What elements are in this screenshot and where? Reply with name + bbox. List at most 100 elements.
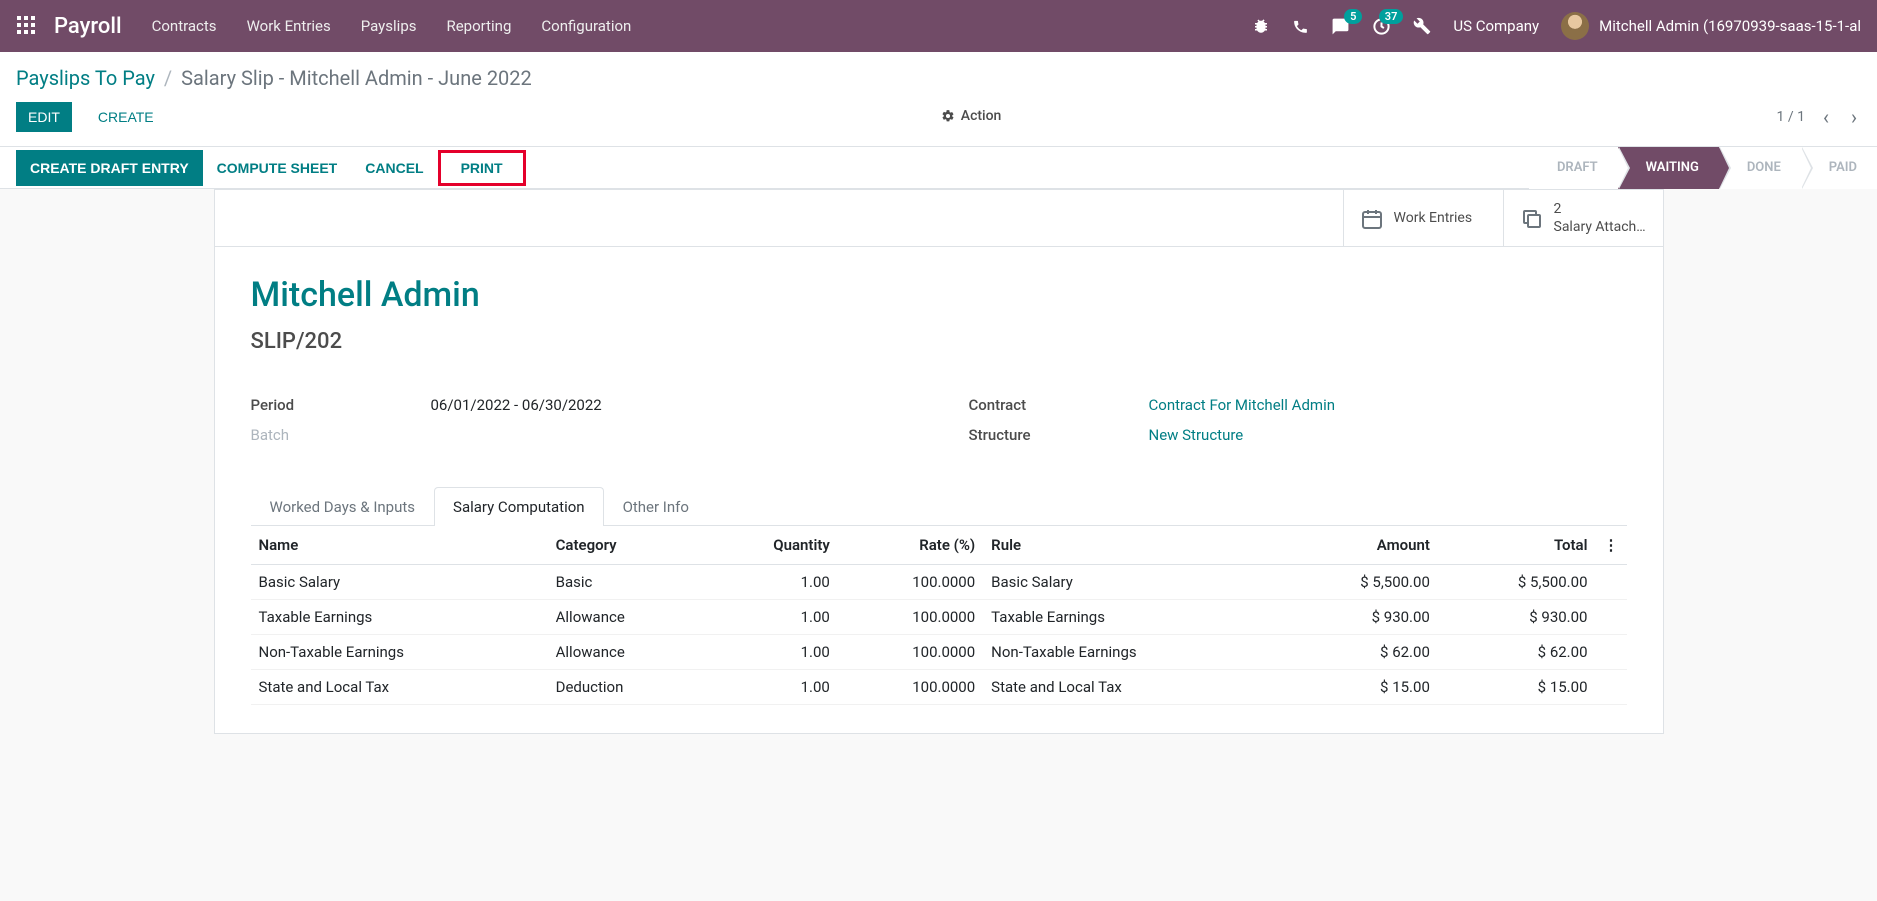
- stat-work-entries[interactable]: Work Entries: [1343, 190, 1503, 246]
- status-flow: DRAFT WAITING DONE PAID: [1529, 147, 1877, 189]
- th-amount[interactable]: Amount: [1280, 526, 1438, 565]
- cell-rate: 100.0000: [838, 600, 983, 635]
- nav-link-reporting[interactable]: Reporting: [446, 17, 511, 35]
- navbar: Payroll Contracts Work Entries Payslips …: [0, 0, 1877, 52]
- cell-qty: 1.00: [704, 565, 838, 600]
- th-rate[interactable]: Rate (%): [838, 526, 983, 565]
- nav-link-configuration[interactable]: Configuration: [541, 17, 631, 35]
- breadcrumb-sep: /: [164, 66, 172, 90]
- cell-rule: Basic Salary: [983, 565, 1280, 600]
- cell-rate: 100.0000: [838, 565, 983, 600]
- stat-attach-count: 2: [1554, 200, 1646, 218]
- tab-other-info[interactable]: Other Info: [604, 487, 708, 526]
- pager-next[interactable]: ›: [1847, 105, 1861, 129]
- activities-badge: 37: [1379, 9, 1404, 24]
- app-brand[interactable]: Payroll: [54, 14, 122, 39]
- action-dropdown[interactable]: Action: [941, 108, 1002, 124]
- period-label: Period: [251, 396, 431, 414]
- cell-blank: [1596, 600, 1627, 635]
- create-draft-entry-button[interactable]: CREATE DRAFT ENTRY: [16, 150, 203, 186]
- cell-amount: $ 15.00: [1280, 670, 1438, 705]
- cell-blank: [1596, 565, 1627, 600]
- pager-count: 1 / 1: [1777, 109, 1805, 125]
- stat-attach-label: Salary Attach…: [1554, 218, 1646, 236]
- batch-label: Batch: [251, 426, 431, 444]
- cell-total: $ 930.00: [1438, 600, 1596, 635]
- calendar-icon: [1360, 206, 1384, 231]
- record-title: Mitchell Admin: [251, 275, 1627, 315]
- bug-icon[interactable]: [1252, 17, 1270, 35]
- field-period: Period 06/01/2022 - 06/30/2022: [251, 390, 909, 420]
- table-row[interactable]: Basic SalaryBasic1.00100.0000Basic Salar…: [251, 565, 1627, 600]
- cell-blank: [1596, 635, 1627, 670]
- breadcrumb-current: Salary Slip - Mitchell Admin - June 2022: [181, 66, 532, 90]
- record-reference: SLIP/202: [251, 329, 1627, 354]
- th-quantity[interactable]: Quantity: [704, 526, 838, 565]
- pager-prev[interactable]: ‹: [1819, 105, 1833, 129]
- status-waiting[interactable]: WAITING: [1618, 147, 1719, 189]
- stat-salary-attachments[interactable]: 2 Salary Attach…: [1503, 190, 1663, 246]
- messages-icon[interactable]: 5: [1331, 17, 1350, 36]
- phone-icon[interactable]: [1292, 18, 1309, 35]
- cell-name: State and Local Tax: [251, 670, 548, 705]
- nav-link-work-entries[interactable]: Work Entries: [247, 17, 331, 35]
- cell-category: Deduction: [548, 670, 705, 705]
- cell-total: $ 62.00: [1438, 635, 1596, 670]
- tools-icon[interactable]: [1413, 17, 1431, 35]
- breadcrumb-parent[interactable]: Payslips To Pay: [16, 66, 155, 90]
- form-sheet: Work Entries 2 Salary Attach… Mitchell A…: [214, 189, 1664, 734]
- th-options-icon[interactable]: ⋮: [1596, 526, 1627, 565]
- user-menu[interactable]: Mitchell Admin (16970939-saas-15-1-al: [1561, 12, 1861, 40]
- cell-category: Basic: [548, 565, 705, 600]
- cell-rule: Taxable Earnings: [983, 600, 1280, 635]
- stat-work-entries-label: Work Entries: [1394, 209, 1473, 227]
- company-selector[interactable]: US Company: [1453, 17, 1539, 35]
- cell-name: Basic Salary: [251, 565, 548, 600]
- pager: 1 / 1 ‹ ›: [1777, 105, 1862, 129]
- breadcrumb: Payslips To Pay / Salary Slip - Mitchell…: [16, 66, 532, 90]
- th-total[interactable]: Total: [1438, 526, 1596, 565]
- action-label: Action: [961, 108, 1002, 124]
- copy-icon: [1520, 206, 1544, 231]
- activities-icon[interactable]: 37: [1372, 17, 1391, 36]
- table-row[interactable]: State and Local TaxDeduction1.00100.0000…: [251, 670, 1627, 705]
- cell-total: $ 15.00: [1438, 670, 1596, 705]
- field-contract: Contract Contract For Mitchell Admin: [969, 390, 1627, 420]
- edit-button[interactable]: EDIT: [16, 102, 72, 132]
- nav-link-payslips[interactable]: Payslips: [361, 17, 417, 35]
- contract-label: Contract: [969, 396, 1149, 414]
- user-name: Mitchell Admin (16970939-saas-15-1-al: [1599, 17, 1861, 35]
- tabs: Worked Days & Inputs Salary Computation …: [251, 486, 1627, 526]
- cell-rate: 100.0000: [838, 635, 983, 670]
- cancel-button[interactable]: CANCEL: [351, 150, 437, 186]
- print-button[interactable]: PRINT: [438, 150, 526, 186]
- cell-rate: 100.0000: [838, 670, 983, 705]
- th-category[interactable]: Category: [548, 526, 705, 565]
- status-done[interactable]: DONE: [1719, 147, 1801, 189]
- cell-amount: $ 62.00: [1280, 635, 1438, 670]
- cell-qty: 1.00: [704, 670, 838, 705]
- salary-table: Name Category Quantity Rate (%) Rule Amo…: [251, 526, 1627, 705]
- tab-salary-computation[interactable]: Salary Computation: [434, 487, 604, 526]
- cell-category: Allowance: [548, 600, 705, 635]
- cell-amount: $ 5,500.00: [1280, 565, 1438, 600]
- th-name[interactable]: Name: [251, 526, 548, 565]
- navbar-right: 5 37 US Company Mitchell Admin (16970939…: [1252, 12, 1861, 40]
- cell-rule: Non-Taxable Earnings: [983, 635, 1280, 670]
- compute-sheet-button[interactable]: COMPUTE SHEET: [203, 150, 352, 186]
- create-button[interactable]: CREATE: [86, 102, 166, 132]
- table-row[interactable]: Taxable EarningsAllowance1.00100.0000Tax…: [251, 600, 1627, 635]
- structure-value[interactable]: New Structure: [1149, 426, 1244, 444]
- contract-value[interactable]: Contract For Mitchell Admin: [1149, 396, 1336, 414]
- button-box: Work Entries 2 Salary Attach…: [215, 190, 1663, 247]
- nav-link-contracts[interactable]: Contracts: [152, 17, 217, 35]
- apps-icon[interactable]: [16, 15, 38, 37]
- cell-total: $ 5,500.00: [1438, 565, 1596, 600]
- control-panel: Payslips To Pay / Salary Slip - Mitchell…: [0, 52, 1877, 189]
- structure-label: Structure: [969, 426, 1149, 444]
- avatar: [1561, 12, 1589, 40]
- th-rule[interactable]: Rule: [983, 526, 1280, 565]
- tab-worked-days[interactable]: Worked Days & Inputs: [251, 487, 435, 526]
- status-draft[interactable]: DRAFT: [1529, 147, 1618, 189]
- table-row[interactable]: Non-Taxable EarningsAllowance1.00100.000…: [251, 635, 1627, 670]
